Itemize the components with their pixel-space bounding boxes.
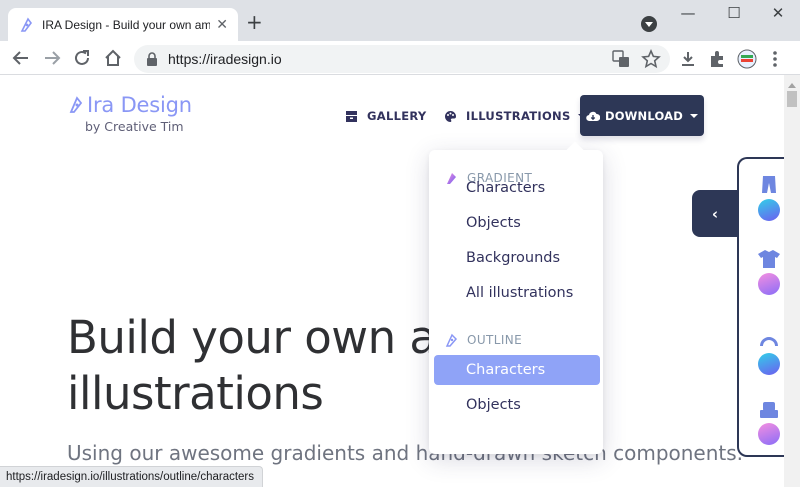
- download-button[interactable]: DOWNLOAD: [580, 95, 704, 136]
- browser-toolbar: https://iradesign.io: [0, 41, 800, 75]
- back-icon[interactable]: [9, 47, 33, 69]
- hair-icon: [760, 337, 778, 346]
- maximize-button[interactable]: ☐: [719, 4, 749, 22]
- outline-pen-icon: [445, 333, 458, 347]
- tab-search-icon[interactable]: [641, 16, 657, 32]
- download-chevron-down-icon: [690, 113, 699, 122]
- side-item-object[interactable]: [757, 399, 783, 445]
- gallery-icon: [346, 110, 357, 122]
- side-item-pants[interactable]: [757, 175, 783, 221]
- download-icon[interactable]: [678, 49, 698, 69]
- minimize-button[interactable]: —: [673, 4, 703, 22]
- hero-title-line-2: illustrations: [67, 367, 324, 420]
- ira-logo-icon: [69, 96, 83, 113]
- ira-favicon-icon: [20, 16, 32, 32]
- dropdown-item-gradient-characters[interactable]: Characters: [434, 173, 600, 203]
- hero-subtitle: Using our awesome gradients and hand-dra…: [67, 441, 744, 465]
- menu-kebab-icon[interactable]: [765, 49, 785, 69]
- side-panel: [737, 157, 784, 457]
- dropdown-header-outline: OUTLINE: [445, 333, 522, 347]
- lock-icon[interactable]: [146, 52, 158, 66]
- page-scrollbar[interactable]: [784, 75, 800, 487]
- pants-icon: [762, 176, 776, 193]
- tab-close-icon[interactable]: ✕: [216, 17, 228, 33]
- side-item-hair[interactable]: [757, 329, 783, 375]
- tab-title: IRA Design - Build your own am: [42, 17, 211, 32]
- outline-header-label: OUTLINE: [467, 333, 523, 347]
- illustrations-dropdown: GRADIENT Characters Objects Backgrounds …: [429, 150, 603, 454]
- nav-illustrations-label: ILLUSTRATIONS: [466, 109, 571, 123]
- close-window-button[interactable]: ✕: [763, 4, 793, 22]
- status-url-bubble: https://iradesign.io/illustrations/outli…: [0, 466, 264, 487]
- dropdown-item-all-illustrations[interactable]: All illustrations: [434, 278, 600, 308]
- forward-icon[interactable]: [40, 47, 64, 69]
- dropdown-item-outline-objects[interactable]: Objects: [434, 390, 600, 420]
- address-bar[interactable]: https://iradesign.io: [134, 45, 670, 73]
- side-panel-toggle[interactable]: ‹: [692, 190, 738, 237]
- reload-icon[interactable]: [70, 47, 94, 69]
- nav-gallery[interactable]: GALLERY: [345, 109, 427, 123]
- browser-tab[interactable]: IRA Design - Build your own am ✕: [8, 8, 238, 41]
- nav-illustrations[interactable]: ILLUSTRATIONS: [444, 109, 586, 123]
- cloud-download-icon: [586, 111, 600, 121]
- tab-bar: IRA Design - Build your own am ✕ + — ☐ ✕: [0, 0, 800, 41]
- profile-avatar-icon[interactable]: [737, 49, 757, 69]
- nav-gallery-label: GALLERY: [367, 109, 427, 123]
- dropdown-item-outline-characters[interactable]: Characters: [434, 355, 600, 385]
- brand-name: Ira Design: [87, 93, 192, 117]
- translate-icon[interactable]: [610, 48, 632, 70]
- gradient-swatch: [758, 423, 780, 445]
- palette-icon: [445, 110, 456, 122]
- object-icon: [760, 402, 778, 418]
- dropdown-item-gradient-objects[interactable]: Objects: [434, 208, 600, 238]
- side-item-shirt[interactable]: [757, 249, 783, 295]
- gradient-swatch: [758, 199, 780, 221]
- gradient-swatch: [758, 353, 780, 375]
- bookmark-star-icon[interactable]: [640, 48, 662, 70]
- shirt-icon: [758, 250, 780, 268]
- scroll-up-icon[interactable]: [788, 79, 796, 88]
- brand-byline: by Creative Tim: [85, 119, 184, 134]
- brand-logo[interactable]: Ira Design by Creative Tim: [69, 93, 192, 134]
- download-button-label: DOWNLOAD: [604, 108, 684, 123]
- hero-title-line-1: Build your own an: [67, 311, 465, 364]
- home-icon[interactable]: [101, 47, 125, 69]
- gradient-swatch: [758, 273, 780, 295]
- scroll-thumb[interactable]: [787, 91, 797, 107]
- url-text[interactable]: https://iradesign.io: [168, 51, 610, 67]
- extensions-icon[interactable]: [707, 49, 727, 69]
- dropdown-item-gradient-backgrounds[interactable]: Backgrounds: [434, 243, 600, 273]
- page-content: Ira Design by Creative Tim GALLERY ILLUS…: [0, 75, 784, 487]
- new-tab-button[interactable]: +: [246, 10, 263, 34]
- hero-title: Build your own an illustrations: [67, 310, 465, 422]
- chevron-left-icon: ‹: [711, 204, 719, 223]
